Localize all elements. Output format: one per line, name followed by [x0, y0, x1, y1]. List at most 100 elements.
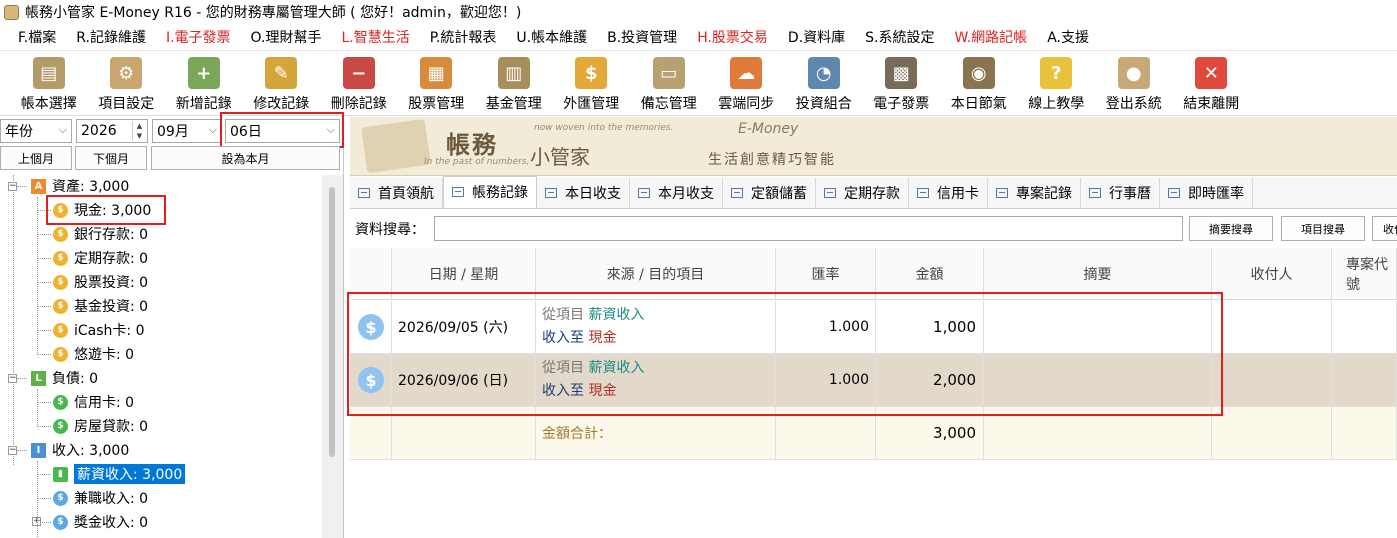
tree-item-row[interactable]: $ 信用卡: 0 — [40, 391, 134, 413]
menu-item-1[interactable]: R.記錄維護 — [66, 27, 156, 47]
tab-1[interactable]: 帳務記錄 — [443, 176, 537, 208]
tree-item-row[interactable]: $ 銀行存款: 0 — [40, 223, 148, 245]
payee-search-button[interactable]: 收付 — [1372, 216, 1397, 241]
stock-icon: ▦ — [420, 57, 453, 89]
toolbar-label: 外匯管理 — [563, 96, 620, 112]
menu-item-3[interactable]: O.理財幫手 — [241, 27, 332, 47]
tab-5[interactable]: 定期存款 — [816, 178, 909, 208]
toolbar-button-5[interactable]: ▦ 股票管理 — [398, 51, 476, 115]
toolbar-button-15[interactable]: ✕ 結束離開 — [1173, 51, 1251, 115]
spin-down-icon[interactable]: ▼ — [132, 131, 146, 141]
tree-item-row[interactable]: $ iCash卡: 0 — [40, 319, 145, 341]
menu-item-0[interactable]: F.檔案 — [8, 27, 66, 47]
tree-item-row[interactable]: $ 定期存款: 0 — [40, 247, 148, 269]
menu-item-5[interactable]: P.統計報表 — [420, 27, 507, 47]
set-this-month-button[interactable]: 設為本月 — [151, 146, 340, 170]
menu-item-6[interactable]: U.帳本維護 — [506, 27, 597, 47]
menu-item-11[interactable]: W.網路記帳 — [945, 27, 1038, 47]
toolbar-button-12[interactable]: ◉ 本日節氣 — [940, 51, 1018, 115]
toolbar-button-3[interactable]: ✎ 修改記錄 — [243, 51, 321, 115]
tree-connector — [37, 282, 51, 283]
item-search-button[interactable]: 項目搜尋 — [1281, 216, 1365, 241]
scroll-thumb[interactable] — [329, 187, 335, 457]
total-cell — [1332, 407, 1397, 460]
toolbar-label: 修改記錄 — [253, 96, 310, 112]
menu-item-12[interactable]: A.支援 — [1037, 27, 1099, 47]
tab-9[interactable]: 即時匯率 — [1160, 178, 1253, 208]
spin-up-icon[interactable]: ▲ — [132, 121, 146, 131]
coin-icon: $ — [53, 490, 68, 506]
tree-item-row[interactable]: $ 基金投資: 0 — [40, 295, 148, 317]
toolbar-button-14[interactable]: ● 登出系統 — [1095, 51, 1173, 115]
menu-item-4[interactable]: L.智慧生活 — [331, 27, 419, 47]
toolbar-button-2[interactable]: + 新增記錄 — [165, 51, 243, 115]
year-stepper[interactable]: 2026 ▲ ▼ — [76, 119, 148, 143]
tree-item-row[interactable]: $ 悠遊卡: 0 — [40, 343, 134, 365]
menu-item-9[interactable]: D.資料庫 — [778, 27, 855, 47]
next-month-button[interactable]: 下個月 — [75, 146, 147, 170]
calendar-icon — [824, 188, 836, 198]
toolbar-button-13[interactable]: ? 線上教學 — [1018, 51, 1096, 115]
toolbar-button-8[interactable]: ▭ 備忘管理 — [630, 51, 708, 115]
tab-label: 首頁領航 — [378, 186, 434, 202]
prev-month-button[interactable]: 上個月 — [0, 146, 72, 170]
app-banner: In the past of numbers, 帳務 now woven int… — [350, 117, 1397, 176]
toolbar-label: 股票管理 — [408, 96, 465, 112]
tab-3[interactable]: 本月收支 — [630, 178, 723, 208]
edit-record-icon: ✎ — [265, 57, 298, 89]
month-select[interactable]: 09月 ⌵ — [152, 119, 222, 143]
tree-category-label: 負債: 0 — [52, 371, 99, 387]
coin-icon: $ — [53, 226, 68, 242]
toolbar-button-7[interactable]: $ 外匯管理 — [553, 51, 631, 115]
highlight-day-select — [220, 112, 344, 148]
tree-item-label: 薪資收入: 3,000 — [74, 464, 186, 484]
help-icon: ? — [1040, 57, 1073, 89]
solar-term-icon: ◉ — [962, 57, 995, 89]
tab-6[interactable]: 信用卡 — [909, 178, 988, 208]
app-window: 帳務小管家 E-Money R16 - 您的財務專屬管理大師 ( 您好！admi… — [0, 0, 1397, 538]
collapse-toggle-icon[interactable]: − — [8, 445, 17, 455]
settings-icon: ⚙ — [110, 57, 143, 89]
tree-scrollbar[interactable] — [322, 175, 343, 538]
toolbar-button-9[interactable]: ☁ 雲端同步 — [708, 51, 786, 115]
tab-8[interactable]: 行事曆 — [1081, 178, 1160, 208]
column-header[interactable]: 收付人 — [1212, 248, 1332, 300]
tree-item-row[interactable]: ▮ 薪資收入: 3,000 — [40, 463, 186, 485]
toolbar-label: 本日節氣 — [950, 96, 1007, 112]
collapse-toggle-icon[interactable]: − — [8, 373, 17, 383]
menu-item-2[interactable]: I.電子發票 — [156, 27, 241, 47]
tab-7[interactable]: 專案記錄 — [988, 178, 1081, 208]
tree-category-label: 收入: 3,000 — [52, 443, 130, 459]
toolbar-button-0[interactable]: ▤ 帳本選擇 — [10, 51, 88, 115]
menu-item-7[interactable]: B.投資管理 — [597, 27, 687, 47]
tab-4[interactable]: 定額儲蓄 — [723, 178, 816, 208]
toolbar-button-4[interactable]: − 刪除記錄 — [320, 51, 398, 115]
tab-bar: 首頁領航 帳務記錄 本日收支 本月收支 定額儲蓄 定期存款 信用卡 專案記錄 行事曆 即時匯率 — [350, 176, 1397, 209]
tree-item-row[interactable]: $ 兼職收入: 0 — [40, 487, 148, 509]
tab-0[interactable]: 首頁領航 — [350, 178, 443, 208]
tab-2[interactable]: 本日收支 — [537, 178, 630, 208]
tree-connector — [37, 498, 51, 499]
spin-buttons[interactable]: ▲ ▼ — [132, 121, 146, 141]
collapse-toggle-icon[interactable]: − — [8, 181, 17, 191]
toolbar-label: 項目設定 — [98, 96, 155, 112]
tree-item-label: 兼職收入: 0 — [74, 491, 149, 507]
menu-item-8[interactable]: H.股票交易 — [687, 27, 778, 47]
search-input[interactable] — [434, 216, 1183, 241]
year-mode-select[interactable]: 年份 ⌵ — [0, 119, 72, 143]
toolbar-button-1[interactable]: ⚙ 項目設定 — [88, 51, 166, 115]
toolbar-button-11[interactable]: ▩ 電子發票 — [863, 51, 941, 115]
category-badge-icon: L — [31, 370, 46, 386]
summary-search-button[interactable]: 摘要搜尋 — [1189, 216, 1273, 241]
column-header[interactable]: 專案代號 — [1332, 248, 1397, 300]
calendar-icon — [638, 188, 650, 198]
coin-icon: $ — [53, 346, 68, 362]
toolbar-button-6[interactable]: ▥ 基金管理 — [475, 51, 553, 115]
tab-label: 行事曆 — [1109, 186, 1151, 202]
calendar-icon — [452, 187, 464, 197]
tree-item-row[interactable]: $ 獎金收入: 0 — [40, 511, 148, 533]
toolbar-button-10[interactable]: ◔ 投資組合 — [785, 51, 863, 115]
tree-item-row[interactable]: $ 房屋貸款: 0 — [40, 415, 148, 437]
menu-item-10[interactable]: S.系統設定 — [855, 27, 944, 47]
tree-item-row[interactable]: $ 股票投資: 0 — [40, 271, 148, 293]
